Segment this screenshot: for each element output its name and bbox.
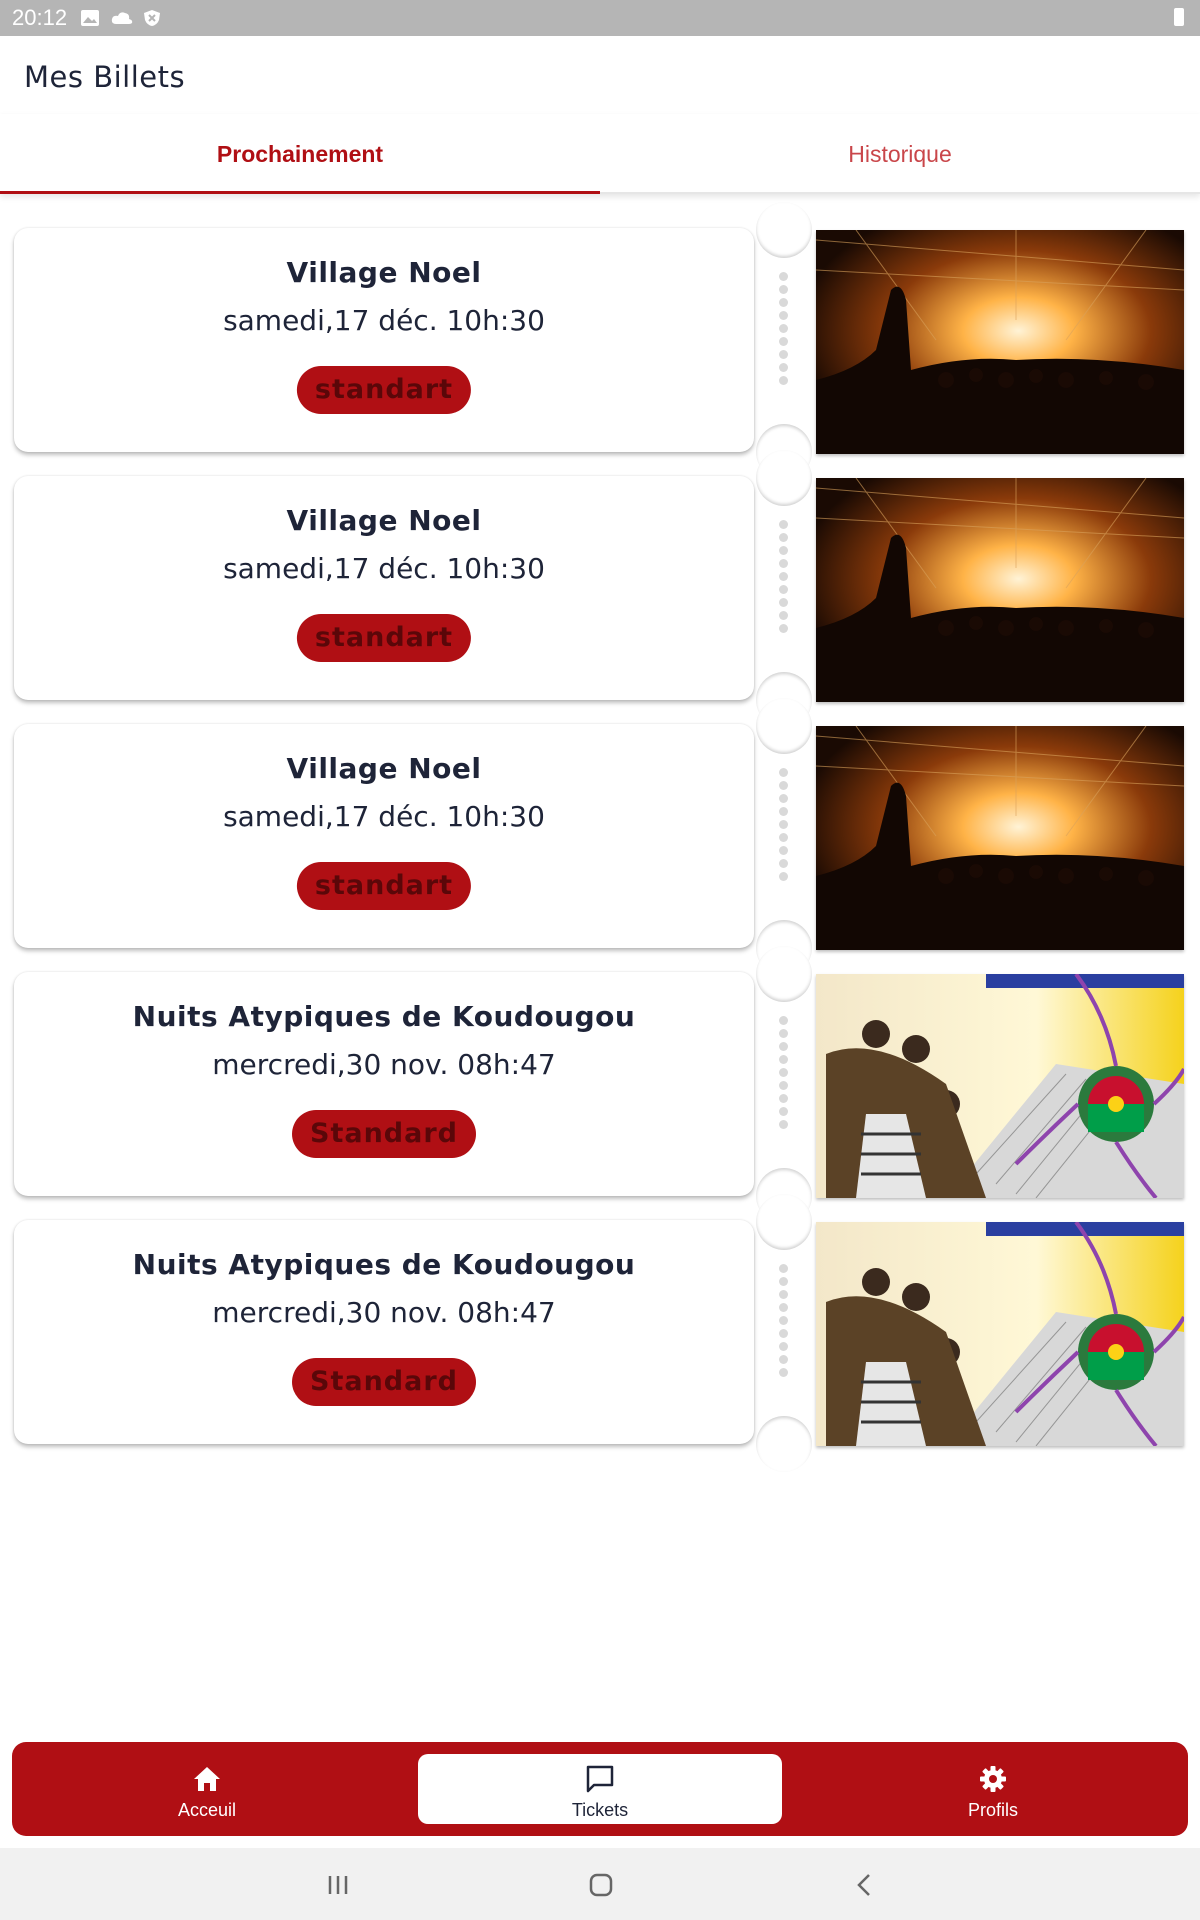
ticket-card[interactable]: Village Noel samedi,17 déc. 10h:30 stand… <box>14 724 754 948</box>
concert-crowd-image <box>816 726 1184 950</box>
ticket-perforation <box>779 768 789 908</box>
festival-poster-image <box>816 974 1184 1198</box>
event-title: Village Noel <box>286 256 482 289</box>
home-button-icon[interactable] <box>586 1870 616 1900</box>
nav-home-label: Acceuil <box>177 1800 237 1820</box>
tab-indicator <box>0 191 600 194</box>
page-title: Mes Billets <box>24 60 186 94</box>
event-title: Village Noel <box>286 752 482 785</box>
nav-tickets[interactable]: Tickets <box>418 1754 782 1824</box>
system-nav-bar <box>0 1848 1200 1920</box>
home-icon <box>194 1767 220 1791</box>
tab-historique[interactable]: Historique <box>600 114 1200 192</box>
event-date: mercredi,30 nov. 08h:47 <box>212 1048 556 1081</box>
ticket-type-badge: standart <box>296 366 472 414</box>
nav-profile-label: Profils <box>967 1800 1018 1820</box>
concert-crowd-image <box>816 230 1184 454</box>
ticket-item[interactable]: Nuits Atypiques de Koudougou mercredi,30… <box>0 946 1200 1224</box>
tab-prochainement[interactable]: Prochainement <box>0 114 600 192</box>
ticket-notch <box>756 450 812 506</box>
ticket-perforation <box>779 520 789 660</box>
ticket-notch <box>756 202 812 258</box>
ticket-card[interactable]: Nuits Atypiques de Koudougou mercredi,30… <box>14 972 754 1196</box>
bottom-nav: Acceuil Tickets Profils <box>12 1742 1188 1836</box>
event-title: Nuits Atypiques de Koudougou <box>132 1248 636 1281</box>
battery-icon <box>1174 8 1184 26</box>
ticket-notch <box>756 946 812 1002</box>
event-title: Nuits Atypiques de Koudougou <box>132 1000 636 1033</box>
ticket-notch <box>756 698 812 754</box>
ticket-item[interactable]: Village Noel samedi,17 déc. 10h:30 stand… <box>0 202 1200 480</box>
nav-profile[interactable]: Profils <box>798 1742 1188 1836</box>
ticket-type-badge: standart <box>296 614 472 662</box>
status-time: 20:12 <box>12 5 68 30</box>
ticket-card[interactable]: Nuits Atypiques de Koudougou mercredi,30… <box>14 1220 754 1444</box>
ticket-type-badge: standart <box>296 862 472 910</box>
concert-crowd-image <box>816 478 1184 702</box>
ticket-type-badge: Standard <box>292 1358 476 1406</box>
tab-bar: Prochainement Historique <box>0 114 1200 194</box>
app-bar: Mes Billets <box>0 36 1200 114</box>
gear-icon <box>980 1766 1006 1792</box>
event-date: samedi,17 déc. 10h:30 <box>223 304 545 337</box>
recent-apps-icon[interactable] <box>323 1870 353 1900</box>
ticket-perforation <box>779 1264 789 1404</box>
event-date: samedi,17 déc. 10h:30 <box>223 800 545 833</box>
chat-bubble-icon <box>586 1765 614 1793</box>
image-icon <box>81 10 99 26</box>
ticket-perforation <box>779 272 789 412</box>
ticket-item[interactable]: Village Noel samedi,17 déc. 10h:30 stand… <box>0 698 1200 976</box>
event-title: Village Noel <box>286 504 482 537</box>
ticket-item[interactable]: Nuits Atypiques de Koudougou mercredi,30… <box>0 1194 1200 1472</box>
nav-tickets-label: Tickets <box>571 1800 629 1820</box>
ticket-type-badge: Standard <box>292 1110 476 1158</box>
event-date: mercredi,30 nov. 08h:47 <box>212 1296 556 1329</box>
nav-home[interactable]: Acceuil <box>12 1742 402 1836</box>
ticket-card[interactable]: Village Noel samedi,17 déc. 10h:30 stand… <box>14 228 754 452</box>
back-icon[interactable] <box>850 1870 880 1900</box>
ticket-item[interactable]: Village Noel samedi,17 déc. 10h:30 stand… <box>0 450 1200 728</box>
status-bar: 20:12 <box>0 0 1200 36</box>
cloud-icon <box>111 12 133 24</box>
ticket-card[interactable]: Village Noel samedi,17 déc. 10h:30 stand… <box>14 476 754 700</box>
ticket-notch <box>756 1194 812 1250</box>
shield-icon <box>144 10 160 26</box>
event-date: samedi,17 déc. 10h:30 <box>223 552 545 585</box>
ticket-perforation <box>779 1016 789 1156</box>
festival-poster-image <box>816 1222 1184 1446</box>
ticket-notch <box>756 1416 812 1472</box>
